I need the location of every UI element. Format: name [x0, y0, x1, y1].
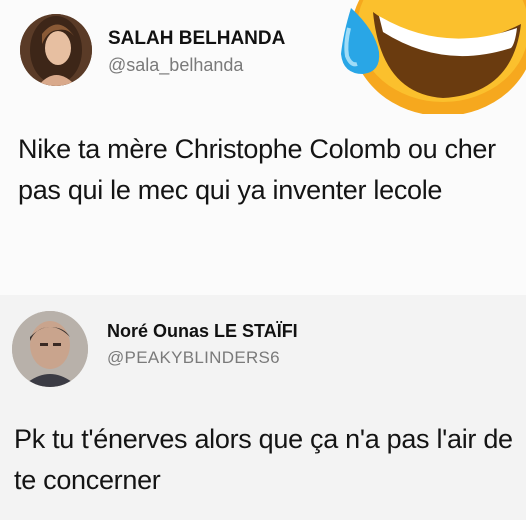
username-handle[interactable]: @PEAKYBLINDERS6: [107, 348, 280, 368]
avatar[interactable]: [12, 311, 88, 387]
tweet-text: Nike ta mère Christophe Colomb ou cher p…: [18, 134, 496, 205]
avatar[interactable]: [20, 14, 92, 86]
username-handle[interactable]: @sala_belhanda: [108, 55, 243, 76]
face-with-tears-of-joy-icon: [341, 0, 526, 114]
tweet-original: SALAH BELHANDA @sala_belhanda Nike ta mè…: [0, 0, 526, 295]
tweet-reply: Noré Ounas LE STAÏFI @PEAKYBLINDERS6 Pk …: [0, 295, 526, 520]
display-name[interactable]: SALAH BELHANDA: [108, 28, 285, 50]
display-name[interactable]: Noré Ounas LE STAÏFI: [107, 321, 298, 342]
tweet-text: Pk tu t'énerves alors que ça n'a pas l'a…: [14, 424, 513, 495]
